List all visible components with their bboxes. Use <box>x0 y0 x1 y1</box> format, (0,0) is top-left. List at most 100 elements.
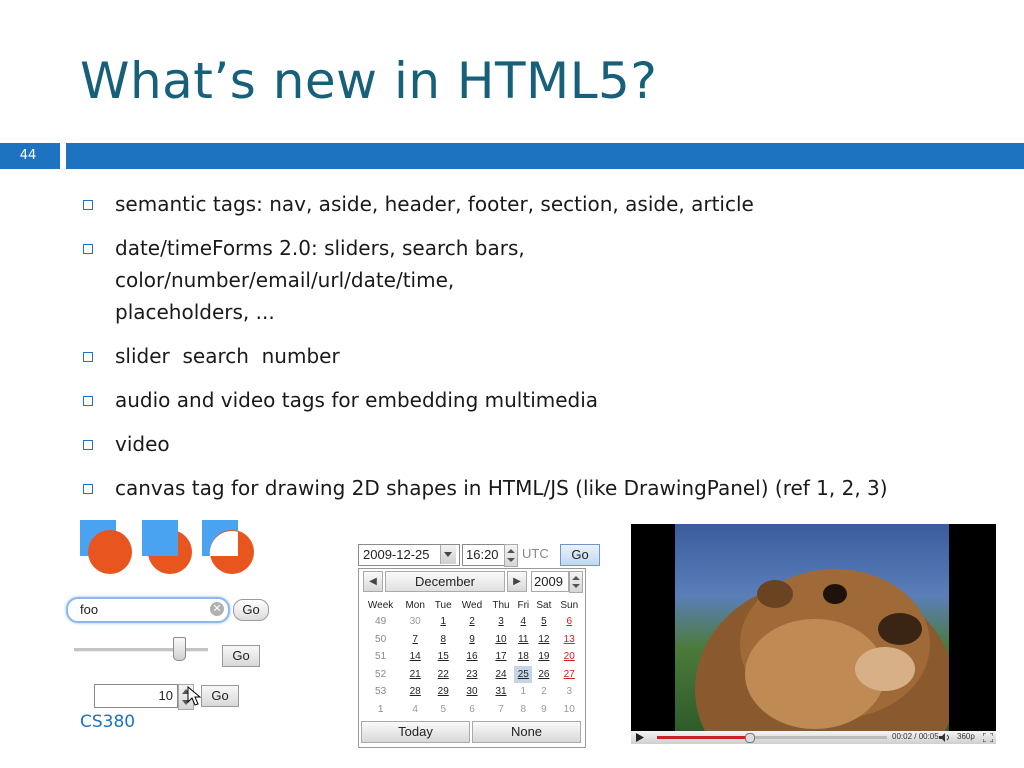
week-number: 50 <box>375 633 387 645</box>
year-spinner[interactable] <box>569 571 583 593</box>
bullet-item: canvas tag for drawing 2D shapes in HTML… <box>80 472 980 504</box>
bullet-square-icon <box>83 244 93 254</box>
number-go-button[interactable]: Go <box>201 685 239 707</box>
calendar-day[interactable]: 13 <box>555 631 583 649</box>
range-slider-track[interactable] <box>74 648 208 652</box>
calendar-day[interactable]: 5 <box>532 613 555 631</box>
time-spinner[interactable] <box>504 544 518 567</box>
calendar-day[interactable]: 8 <box>514 701 532 719</box>
calendar-day[interactable]: 1 <box>514 683 532 701</box>
video-player[interactable]: 00:02 / 00:05 360p <box>631 524 996 744</box>
calendar-day[interactable]: 9 <box>456 631 487 649</box>
month-select[interactable]: December <box>385 571 505 592</box>
calendar-day[interactable]: 15 <box>430 648 456 666</box>
canvas-shapes-demo <box>80 520 254 574</box>
fullscreen-icon[interactable] <box>983 733 993 742</box>
number-value: 10 <box>158 688 173 703</box>
search-value: foo <box>80 602 99 617</box>
calendar-day[interactable]: 20 <box>555 648 583 666</box>
calendar-popup: ◀ December ▶ 2009 Week Mon Tue Wed Thu F… <box>358 568 586 748</box>
bullet-item: video <box>80 428 980 460</box>
clear-search-icon[interactable]: ✕ <box>210 602 224 616</box>
bullet-text: date/timeForms 2.0: sliders, search bars… <box>115 236 525 324</box>
calendar-week-row: 50 7 8 9 10 11 12 13 <box>361 631 583 649</box>
calendar-day[interactable]: 7 <box>400 631 430 649</box>
play-icon[interactable] <box>635 733 645 742</box>
calendar-day[interactable]: 6 <box>456 701 487 719</box>
year-field[interactable]: 2009 <box>531 571 569 592</box>
date-dropdown-button[interactable] <box>440 545 456 564</box>
calendar-day[interactable]: 14 <box>400 648 430 666</box>
calendar-day[interactable]: 10 <box>488 631 515 649</box>
calendar-week-row: 49 30 1 2 3 4 5 6 <box>361 613 583 631</box>
calendar-day[interactable]: 19 <box>532 648 555 666</box>
week-number: 52 <box>375 668 387 680</box>
prairie-dog-image <box>695 569 949 731</box>
calendar-day-selected[interactable]: 25 <box>514 665 533 683</box>
prev-month-button[interactable]: ◀ <box>363 571 383 592</box>
search-input[interactable]: foo ✕ <box>66 597 230 623</box>
calendar-day[interactable]: 21 <box>400 666 430 684</box>
calendar-day[interactable]: 4 <box>514 613 532 631</box>
bullet-square-icon <box>83 484 93 494</box>
calendar-day[interactable]: 22 <box>430 666 456 684</box>
video-frame <box>675 524 949 731</box>
calendar-day[interactable]: 16 <box>456 648 487 666</box>
calendar-day[interactable]: 28 <box>400 683 430 701</box>
number-input[interactable]: 10 <box>94 684 178 708</box>
today-button[interactable]: Today <box>361 721 470 743</box>
calendar-day[interactable]: 5 <box>430 701 456 719</box>
next-month-button[interactable]: ▶ <box>507 571 527 592</box>
calendar-day[interactable]: 6 <box>555 613 583 631</box>
calendar-day[interactable]: 2 <box>456 613 487 631</box>
calendar-day[interactable]: 2 <box>532 683 555 701</box>
calendar-day[interactable]: 4 <box>400 701 430 719</box>
calendar-day[interactable]: 3 <box>488 613 515 631</box>
bullet-square-icon <box>83 352 93 362</box>
calendar-day[interactable]: 3 <box>555 683 583 701</box>
calendar-day[interactable]: 12 <box>532 631 555 649</box>
calendar-day[interactable]: 29 <box>430 683 456 701</box>
calendar-day[interactable]: 24 <box>488 666 515 684</box>
video-progress-knob[interactable] <box>745 733 755 743</box>
calendar-day[interactable]: 11 <box>514 631 532 649</box>
slider-go-button[interactable]: Go <box>222 645 260 667</box>
calendar-day[interactable]: 7 <box>488 701 515 719</box>
calendar-day[interactable]: 30 <box>400 613 430 631</box>
none-button[interactable]: None <box>472 721 581 743</box>
bullet-item: semantic tags: nav, aside, header, foote… <box>80 188 980 220</box>
slide-header-bar <box>66 143 1024 169</box>
calendar-day[interactable]: 1 <box>430 613 456 631</box>
calendar-week-row: 51 14 15 16 17 18 19 20 <box>361 648 583 666</box>
calendar-week-row: 52 21 22 23 24 25 26 27 <box>361 665 583 684</box>
calendar-day[interactable]: 27 <box>555 666 583 684</box>
calendar-day[interactable]: 26 <box>532 666 555 684</box>
week-number: 1 <box>377 703 384 715</box>
weekday-header: Tue <box>434 599 452 611</box>
spinner-arrows-icon <box>572 576 580 588</box>
week-number: 51 <box>375 651 387 663</box>
weekday-header: Mon <box>405 599 425 611</box>
date-go-button[interactable]: Go <box>560 544 600 566</box>
quality-selector[interactable]: 360p <box>957 732 975 741</box>
bullet-item: slider search number <box>80 340 980 372</box>
calendar-day[interactable]: 8 <box>430 631 456 649</box>
calendar-day[interactable]: 30 <box>456 683 487 701</box>
calendar-day[interactable]: 10 <box>555 701 583 719</box>
calendar-day[interactable]: 9 <box>532 701 555 719</box>
volume-icon[interactable] <box>939 733 951 742</box>
footer-course-label: CS380 <box>80 712 136 732</box>
composite-destination-over <box>142 520 192 574</box>
slide-title: What’s new in HTML5? <box>80 52 658 110</box>
calendar-day[interactable]: 31 <box>488 683 515 701</box>
week-number: 49 <box>375 616 387 628</box>
video-progress-bar[interactable] <box>657 733 887 743</box>
calendar-day[interactable]: 17 <box>488 648 515 666</box>
bullet-text: video <box>115 432 170 456</box>
video-time: 00:02 / 00:05 <box>892 732 939 741</box>
time-field[interactable]: 16:20 <box>462 544 507 566</box>
range-slider-thumb[interactable] <box>172 637 186 661</box>
calendar-day[interactable]: 18 <box>514 648 532 666</box>
calendar-day[interactable]: 23 <box>456 666 487 684</box>
search-go-button[interactable]: Go <box>233 599 269 621</box>
